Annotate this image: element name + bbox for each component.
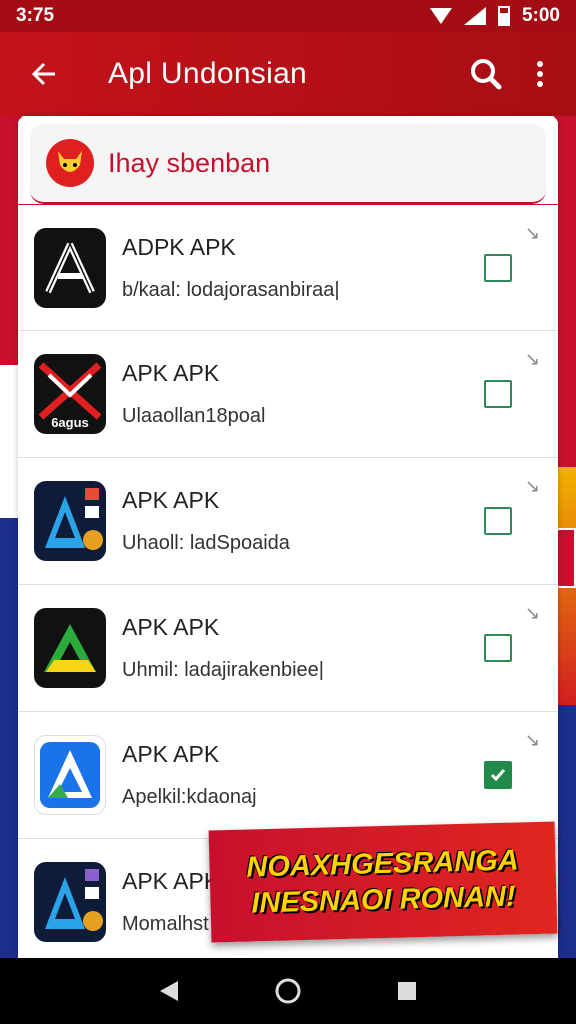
battery-icon	[497, 6, 510, 26]
app-name: ADPK APK	[122, 233, 236, 260]
app-name: APK APK	[122, 487, 220, 513]
status-time: 3:75	[16, 5, 55, 26]
nav-home-button[interactable]	[268, 971, 308, 1011]
check-icon	[490, 769, 506, 782]
app-name: APK APK	[122, 614, 220, 640]
circle-home-icon	[275, 978, 301, 1004]
nav-back-button[interactable]	[149, 971, 189, 1011]
status-icons: 5:00	[429, 5, 560, 27]
app-name: APK APK	[122, 741, 220, 767]
promo-line-2: INESNAOI RONAN!	[250, 880, 516, 920]
chevron-icon: ↘	[524, 603, 540, 623]
header-card[interactable]: Ihay sbenban	[30, 124, 546, 204]
chevron-icon: ↘	[524, 476, 540, 496]
signal-icon	[463, 7, 486, 25]
arrow-back-icon	[31, 62, 55, 86]
app-subtitle: Apelkil:kdaonaj	[122, 786, 257, 808]
more-vert-icon	[537, 61, 543, 87]
list-item[interactable]: APK APK Uhmil: ladajirakenbiee| ↘	[18, 585, 558, 712]
list-item[interactable]: APK APK Apelkil:kdaonaj ↘	[18, 712, 558, 839]
a-logo-google-icon	[34, 735, 106, 815]
triangle-back-icon	[160, 981, 179, 1001]
status-bar: 3:75 5:00	[0, 0, 576, 32]
x-logo-caption: 6agus	[51, 415, 89, 430]
a-logo-black-icon	[34, 227, 106, 308]
back-button[interactable]	[16, 46, 72, 102]
a-logo-green-icon	[34, 608, 106, 688]
nav-recents-button[interactable]	[387, 971, 427, 1011]
square-recents-icon	[397, 982, 416, 1000]
x-logo-icon: 6agus	[34, 354, 106, 434]
app-subtitle: Uhaoll: ladSpoaida	[122, 532, 290, 554]
system-nav-bar	[0, 958, 576, 1024]
promo-banner[interactable]: NOAXHGESRANGA INESNAOI RONAN!	[208, 821, 558, 943]
select-checkbox[interactable]	[484, 634, 512, 662]
select-checkbox[interactable]	[484, 380, 512, 408]
chevron-icon: ↘	[524, 730, 540, 750]
devil-mascot-icon	[46, 139, 94, 187]
list-item[interactable]: APK APK Uhaoll: ladSpoaida ↘	[18, 458, 558, 585]
chevron-icon: ↘	[524, 223, 540, 243]
header-card-title: Ihay sbenban	[108, 147, 271, 178]
list-item[interactable]: ADPK APK b/kaal: lodajorasanbiraa| ↘	[18, 204, 558, 331]
app-bar: Apl Undonsian	[0, 32, 576, 116]
chevron-icon: ↘	[524, 349, 540, 369]
list-item[interactable]: 6agus APK APK Ulaaollan18poal ↘	[18, 331, 558, 458]
status-clock: 5:00	[521, 5, 560, 26]
app-subtitle: b/kaal: lodajorasanbiraa|	[122, 278, 340, 301]
app-name: APK APK	[122, 360, 220, 386]
wifi-icon	[429, 8, 452, 24]
a-logo-blue-icon	[34, 862, 106, 942]
search-button[interactable]	[460, 48, 512, 100]
select-checkbox[interactable]	[484, 507, 512, 535]
app-subtitle: Ulaaollan18poal	[122, 405, 266, 427]
select-checkbox-checked[interactable]	[484, 761, 512, 789]
search-icon	[471, 59, 502, 90]
app-subtitle: Uhmil: ladajirakenbiee|	[122, 659, 324, 681]
a-logo-blue-icon	[34, 481, 106, 561]
page-title: Apl Undonsian	[108, 57, 308, 90]
more-options-button[interactable]	[520, 48, 560, 100]
select-checkbox[interactable]	[484, 253, 512, 282]
